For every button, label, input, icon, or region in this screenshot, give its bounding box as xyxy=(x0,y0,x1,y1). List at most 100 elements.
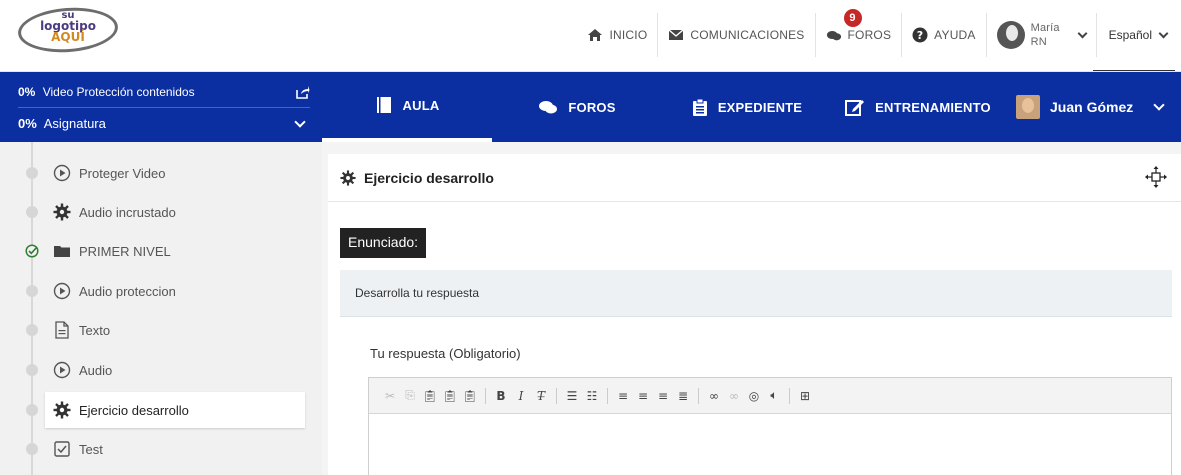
user-name: María RN xyxy=(1031,21,1065,49)
gear-icon xyxy=(53,203,71,221)
sidebar-item-texto[interactable]: Texto xyxy=(0,312,322,348)
sidebar-item-primer-nivel[interactable]: PRIMER NIVEL xyxy=(0,233,322,269)
user-menu[interactable]: María RN xyxy=(985,13,1096,57)
sidebar-card: PRIMER NIVEL xyxy=(45,233,171,269)
subject-row[interactable]: 0% Asignatura xyxy=(18,107,310,139)
sidebar-item-label: Audio proteccion xyxy=(79,283,176,299)
bulleted-list-icon[interactable]: ☷ xyxy=(583,387,601,405)
statement-label: Enunciado: xyxy=(340,228,427,258)
globe-icon[interactable]: ◎ xyxy=(745,387,763,405)
main-content: Ejercicio desarrollo Enunciado: Desarrol… xyxy=(322,142,1181,475)
sidebar-item-audio-incrustado[interactable]: Audio incrustado xyxy=(0,194,322,230)
nav-communications[interactable]: COMUNICACIONES xyxy=(657,13,814,57)
status-dot xyxy=(26,364,38,376)
nav-forums[interactable]: FOROS 9 xyxy=(814,9,902,57)
checkbox-icon xyxy=(54,441,70,457)
sidebar-card: Proteger Video xyxy=(45,155,166,191)
nav-forums-label: FOROS xyxy=(847,28,892,42)
cut-icon[interactable]: ✂ xyxy=(381,387,399,405)
align-justify-icon[interactable]: ≣ xyxy=(674,387,692,405)
language-underline xyxy=(1093,70,1175,71)
numbered-list-icon[interactable]: ☰ xyxy=(563,387,581,405)
subject-title: Asignatura xyxy=(43,116,106,131)
align-right-icon[interactable]: ≡ xyxy=(654,387,672,405)
subject-progress: 0% xyxy=(18,116,37,131)
move-icon[interactable] xyxy=(1145,166,1167,188)
status-dot xyxy=(26,443,38,455)
copy-icon[interactable]: ⎘ xyxy=(401,387,419,405)
video-progress: 0% xyxy=(18,85,36,99)
italic-icon[interactable]: I xyxy=(512,387,530,405)
top-nav: INICIO COMUNICACIONES FOROS 9 ? AYUDA Ma… xyxy=(577,9,1181,60)
user-top: María RN xyxy=(996,21,1088,49)
status-dot xyxy=(26,285,38,297)
sidebar-item-test[interactable]: Test xyxy=(0,431,322,467)
status-dot xyxy=(26,324,38,336)
exercise-card: Ejercicio desarrollo Enunciado: Desarrol… xyxy=(328,154,1181,475)
tab-aula[interactable]: AULA xyxy=(322,72,492,142)
remove-format-icon[interactable]: T̶ xyxy=(532,387,550,405)
help-icon: ? xyxy=(912,27,928,43)
share-icon[interactable] xyxy=(296,85,310,99)
align-center-icon[interactable]: ≡ xyxy=(634,387,652,405)
main-tabs: AULA FOROS EXPEDIENTE ENTRENAMIENTO xyxy=(322,72,1004,142)
card-header: Ejercicio desarrollo xyxy=(328,154,1181,202)
sidebar-item-label: Audio xyxy=(79,362,113,378)
play-circle-icon xyxy=(53,361,71,379)
user-last-name: RN xyxy=(1030,36,1047,48)
video-row-text: 0% Video Protección contenidos xyxy=(18,85,195,99)
avatar xyxy=(996,21,1025,49)
folder-icon xyxy=(54,246,70,257)
nav-help[interactable]: ? AYUDA xyxy=(901,13,985,57)
tab-entrenamiento[interactable]: ENTRENAMIENTO xyxy=(832,72,1004,142)
document-icon xyxy=(55,321,69,339)
table-icon[interactable]: ⊞ xyxy=(796,387,814,405)
bold-icon[interactable]: B xyxy=(492,387,510,405)
toolbar-divider xyxy=(556,387,557,404)
clipboard-icon xyxy=(692,98,707,116)
statement-box: Desarrolla tu respuesta xyxy=(340,270,1172,317)
language-select[interactable]: Español xyxy=(1095,13,1181,57)
chat-icon xyxy=(826,31,841,41)
lesson-sidebar: Proteger Video Audio incrustado PRIMER N… xyxy=(0,142,322,475)
gear-icon xyxy=(340,169,356,186)
sidebar-item-audio-proteccion[interactable]: Audio proteccion xyxy=(0,273,322,309)
sidebar-card: Audio xyxy=(45,352,112,388)
paste-icon[interactable]: 📋︎ xyxy=(421,387,439,405)
sidebar-item-label: Proteger Video xyxy=(79,165,166,181)
tab-foros-label: FOROS xyxy=(568,99,616,115)
tab-user-menu[interactable]: Juan Gómez xyxy=(1016,72,1169,142)
sidebar-item-label: Audio incrustado xyxy=(79,204,176,220)
statement-text: Desarrolla tu respuesta xyxy=(355,286,480,300)
sidebar-card: Audio proteccion xyxy=(45,273,176,309)
audio-icon[interactable]: 🔈︎ xyxy=(765,387,783,405)
logo[interactable]: su logotipo AQUÍ xyxy=(16,4,120,56)
paste-word-icon[interactable]: 📋︎ xyxy=(461,387,479,405)
tab-entrenamiento-label: ENTRENAMIENTO xyxy=(875,99,991,115)
video-row[interactable]: 0% Video Protección contenidos xyxy=(18,80,310,104)
user-first-name: María xyxy=(1030,22,1060,34)
language-label: Español xyxy=(1108,28,1152,42)
sidebar-item-ejercicio-desarrollo[interactable]: Ejercicio desarrollo xyxy=(0,392,322,428)
toolbar-divider xyxy=(789,387,790,404)
play-circle-icon xyxy=(53,282,71,300)
forums-badge: 9 xyxy=(843,9,862,27)
nav-home[interactable]: INICIO xyxy=(577,13,657,57)
chevron-down-icon xyxy=(1158,28,1169,39)
paste-text-icon[interactable]: 📋︎ xyxy=(441,387,459,405)
avatar xyxy=(1016,95,1040,119)
align-left-icon[interactable]: ≡ xyxy=(614,387,632,405)
link-icon[interactable]: ∞ xyxy=(705,387,723,405)
svg-text:?: ? xyxy=(917,29,924,42)
nav-help-label: AYUDA xyxy=(934,28,976,42)
sidebar-item-proteger-video[interactable]: Proteger Video xyxy=(0,155,322,191)
nav-home-label: INICIO xyxy=(609,28,648,42)
tab-expediente[interactable]: EXPEDIENTE xyxy=(662,72,832,142)
tab-foros[interactable]: FOROS xyxy=(492,72,662,142)
edit-icon xyxy=(845,100,865,116)
sidebar-card: Texto xyxy=(45,312,110,348)
rich-text-editor[interactable]: ✂ ⎘ 📋︎ 📋︎ 📋︎ B I T̶ ☰ ☷ ≡ ≡ ≡ ≣ ∞ ∞ ◎ 🔈︎… xyxy=(368,377,1172,475)
unlink-icon[interactable]: ∞ xyxy=(725,387,743,405)
sidebar-item-label: Test xyxy=(79,441,103,457)
sidebar-item-audio[interactable]: Audio xyxy=(0,352,322,388)
